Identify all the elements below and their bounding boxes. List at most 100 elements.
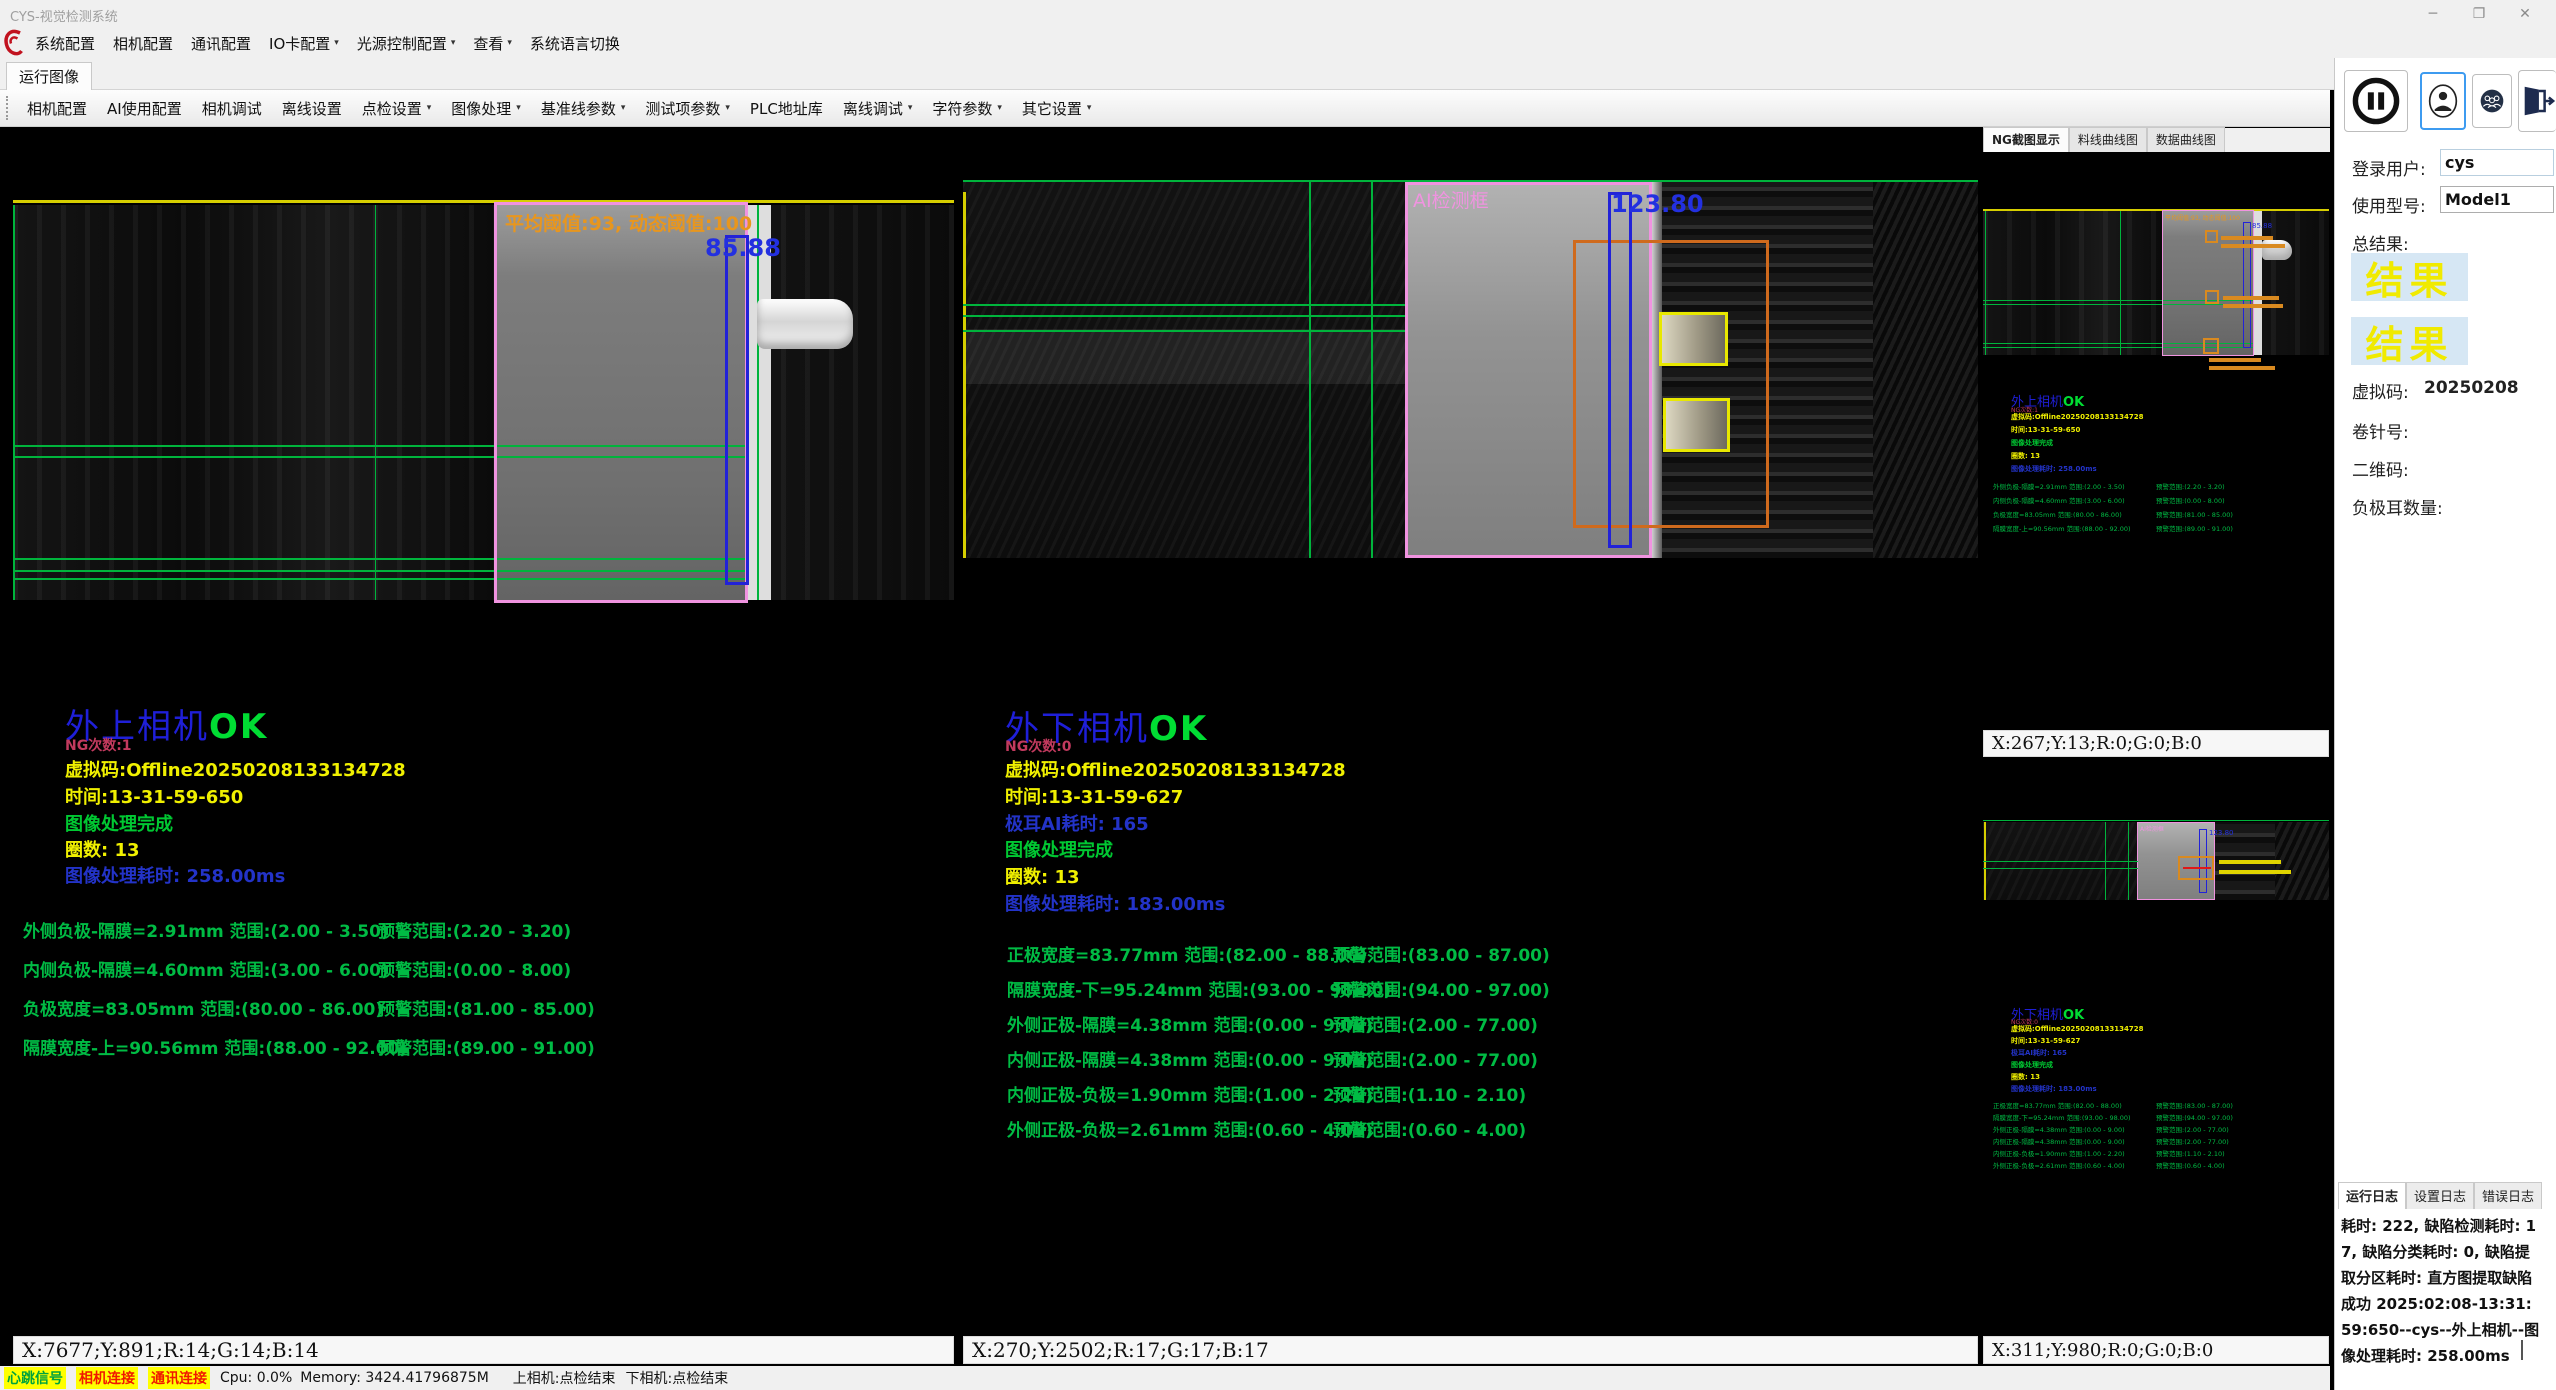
defect-box: [2205, 230, 2218, 243]
defect-box: [2205, 290, 2219, 304]
tool-plc-address[interactable]: PLC地址库: [740, 98, 833, 119]
chevron-down-icon: ▾: [516, 103, 521, 113]
measurement-value-overlay: 85.88: [2252, 222, 2272, 230]
process-done: 图像处理完成: [1005, 836, 1113, 862]
tool-other-settings[interactable]: 其它设置▾: [1012, 98, 1102, 119]
tab-ng-screenshot[interactable]: NG截图显示: [1983, 127, 2069, 152]
measure-line: [1371, 182, 1373, 558]
warn-range: 预警范围:(0.00 - 8.00): [2156, 495, 2225, 505]
pause-button[interactable]: [2344, 70, 2408, 132]
tool-test-item-params[interactable]: 测试项参数▾: [635, 98, 740, 119]
minimize-icon[interactable]: ─: [2410, 0, 2456, 28]
warn-range: 预警范围:(89.00 - 91.00): [378, 1034, 595, 1059]
bright-strip: [2253, 211, 2262, 355]
menu-comm-config[interactable]: 通讯配置: [182, 33, 260, 54]
login-user-field[interactable]: [2440, 149, 2554, 176]
login-user-label: 登录用户:: [2352, 155, 2426, 180]
logout-button[interactable]: [2518, 70, 2556, 132]
user-button[interactable]: [2420, 72, 2466, 130]
virtual-code: 虚拟码:Offline20250208133134728: [2011, 412, 2144, 422]
tool-char-params[interactable]: 字符参数▾: [922, 98, 1012, 119]
tab-data-curve[interactable]: 数据曲线图: [2147, 127, 2225, 152]
edge-line: [757, 205, 759, 600]
menu-io-card-config[interactable]: IO卡配置▾: [260, 33, 348, 54]
loop-count: 圈数: 13: [1005, 863, 1080, 889]
ng-thumbnail-upper[interactable]: 平均阈值:93, 动态阈值:100 85.88 外上相机OK NG次数:1 虚拟…: [1983, 152, 2329, 730]
warn-range: 预警范围:(94.00 - 97.00): [2156, 1112, 2233, 1122]
pixel-readout-upper: X:7677;Y:891;R:14;G:14;B:14: [13, 1336, 954, 1364]
restore-icon[interactable]: ❐: [2456, 0, 2502, 28]
upper-camera-check-status: 上相机:点检结束: [513, 1368, 616, 1388]
tab-settings-log[interactable]: 设置日志: [2406, 1182, 2474, 1209]
warn-range: 预警范围:(83.00 - 87.00): [2156, 1100, 2233, 1110]
tool-camera-config[interactable]: 相机配置: [17, 98, 97, 119]
threshold-overlay-text: 平均阈值:93, 动态阈值:100: [2165, 213, 2240, 222]
tab-error-log[interactable]: 错误日志: [2474, 1182, 2542, 1209]
measurement-row: 负极宽度=83.05mm 范围:(80.00 - 86.00): [23, 995, 383, 1020]
model-field[interactable]: [2440, 186, 2554, 213]
measurement-row: 负极宽度=83.05mm 范围:(80.00 - 86.00): [1993, 509, 2122, 519]
measurement-row: 正极宽度=83.77mm 范围:(82.00 - 88.00): [1007, 941, 1367, 966]
negative-tab-count-label: 负极耳数量:: [2352, 494, 2443, 519]
menu-system-config[interactable]: 系统配置: [26, 33, 104, 54]
tool-camera-debug[interactable]: 相机调试: [192, 98, 272, 119]
measurement-row: 隔膜宽度-上=90.56mm 范围:(88.00 - 92.00): [23, 1034, 407, 1059]
model-label: 使用型号:: [2352, 192, 2426, 217]
edge-line: [1985, 211, 1986, 355]
process-time: 图像处理耗时: 183.00ms: [2011, 1084, 2097, 1094]
measure-line: [963, 304, 1408, 306]
ng-count: NG次数:0: [1005, 736, 1072, 756]
result-indicator-upper: 结果: [2351, 253, 2468, 301]
close-icon[interactable]: ✕: [2502, 0, 2548, 28]
chevron-down-icon: ▾: [451, 38, 456, 48]
defect-mark: [2183, 867, 2211, 869]
users-button[interactable]: [2472, 74, 2512, 128]
edge-line: [13, 205, 15, 600]
measure-line: [1983, 861, 2138, 862]
heartbeat-status-badge: 心跳信号: [4, 1367, 66, 1389]
measurement-value-overlay: 123.80: [1611, 190, 1704, 218]
timestamp: 时间:13-31-59-627: [2011, 1036, 2080, 1046]
tool-image-processing[interactable]: 图像处理▾: [441, 98, 531, 119]
measurement-row: 隔膜宽度-上=90.56mm 范围:(88.00 - 92.00): [1993, 523, 2131, 533]
threshold-overlay-text: 平均阈值:93, 动态阈值:100: [505, 209, 752, 236]
toolbar-grip-icon[interactable]: [6, 96, 12, 120]
timestamp: 时间:13-31-59-627: [1005, 783, 1183, 809]
ai-detect-box: [494, 202, 748, 603]
ng-thumbnail-lower[interactable]: AI检测框 123.80 外下相机OK NG次数:0 虚拟码:Offline20…: [1983, 763, 2329, 1333]
tool-spot-check[interactable]: 点检设置▾: [352, 98, 442, 119]
window-controls: ─ ❐ ✕: [2410, 0, 2548, 28]
warn-range: 预警范围:(2.20 - 3.20): [2156, 481, 2225, 491]
tool-baseline-params[interactable]: 基准线参数▾: [531, 98, 636, 119]
measurement-row: 外侧负极-隔膜=2.91mm 范围:(2.00 - 3.50): [1993, 481, 2125, 491]
tab-run-image[interactable]: 运行图像: [6, 62, 92, 90]
process-time: 图像处理耗时: 258.00ms: [2011, 464, 2097, 474]
text-caret: [2521, 1340, 2523, 1360]
warn-range: 预警范围:(0.00 - 8.00): [378, 956, 571, 981]
warn-range: 预警范围:(94.00 - 97.00): [1333, 976, 1550, 1001]
warn-range: 预警范围:(89.00 - 91.00): [2156, 523, 2233, 533]
defect-annotation: [2219, 870, 2291, 874]
menu-light-control-config[interactable]: 光源控制配置▾: [348, 33, 465, 54]
pause-icon: [2350, 75, 2402, 127]
camera-view-upper[interactable]: 平均阈值:93, 动态阈值:100 85.88 外上相机OK NG次数:1 虚拟…: [13, 134, 954, 1334]
chevron-down-icon: ▾: [908, 103, 913, 113]
menu-view[interactable]: 查看▾: [464, 33, 521, 54]
timestamp: 时间:13-31-59-650: [65, 783, 243, 809]
measurement-row: 内侧负极-隔膜=4.60mm 范围:(3.00 - 6.00): [23, 956, 389, 981]
tab-blob: [757, 299, 853, 349]
lower-camera-check-status: 下相机:点检结束: [626, 1368, 729, 1388]
menu-language-switch[interactable]: 系统语言切换: [521, 33, 629, 54]
menu-camera-config[interactable]: 相机配置: [104, 33, 182, 54]
user-icon: [2426, 81, 2460, 121]
tool-ai-use-config[interactable]: AI使用配置: [97, 98, 192, 119]
tab-detect-rect: [2243, 222, 2251, 348]
tool-offline-settings[interactable]: 离线设置: [272, 98, 352, 119]
log-content[interactable]: 耗时: 222, 缺陷检测耗时: 17, 缺陷分类耗时: 0, 缺陷提取分区耗时…: [2338, 1209, 2556, 1369]
camera-view-lower[interactable]: AI检测框 123.80 外下相机OK NG次数:0 虚拟码:Offline20…: [963, 134, 1978, 1334]
tool-offline-debug[interactable]: 离线调试▾: [833, 98, 923, 119]
tab-material-curve[interactable]: 料线曲线图: [2069, 127, 2147, 152]
measure-line: [2120, 211, 2121, 355]
tab-run-log[interactable]: 运行日志: [2338, 1182, 2406, 1209]
defect-annotation: [2209, 366, 2275, 370]
